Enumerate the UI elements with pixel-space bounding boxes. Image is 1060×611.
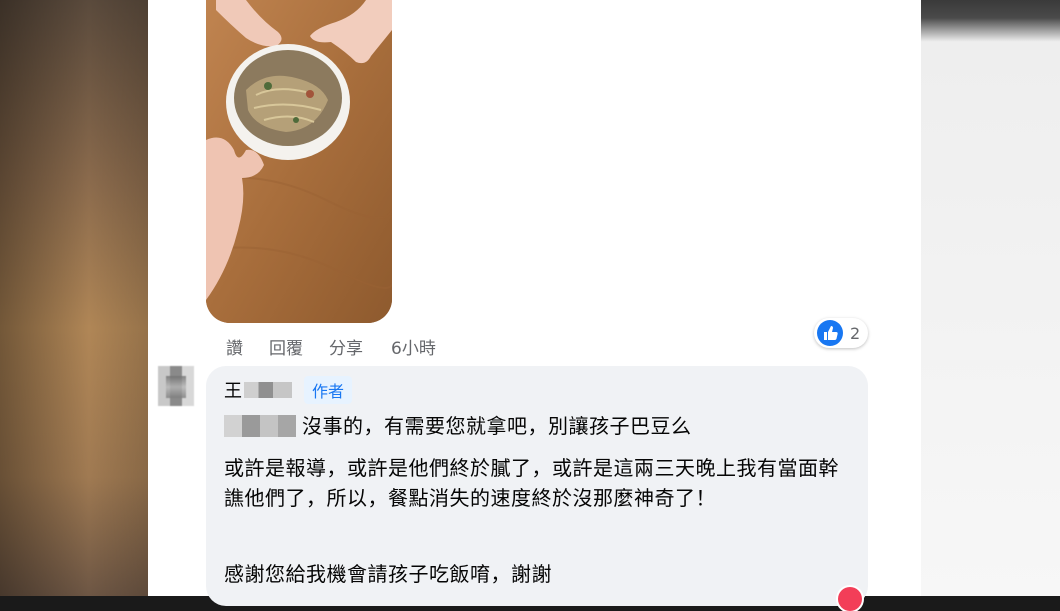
thumbs-up-icon (817, 320, 843, 346)
redacted-name (244, 382, 292, 398)
reply-text-1: 沒事的，有需要您就拿吧，別讓孩子巴豆么 (302, 414, 692, 438)
like-link[interactable]: 讚 (226, 334, 243, 359)
reaction-badge[interactable]: 2 (814, 318, 869, 348)
comment-actions: 讚 回覆 分享 6小時 (226, 334, 462, 359)
author-badge: 作者 (304, 376, 353, 404)
blurred-background-left (0, 0, 148, 596)
reply-link[interactable]: 回覆 (269, 334, 303, 359)
avatar[interactable] (158, 366, 194, 406)
comment-panel: 讚 回覆 分享 6小時 2 王 作者 沒事的，有需要您就拿吧，別讓孩子巴豆么 或… (148, 0, 921, 611)
timestamp[interactable]: 6小時 (391, 334, 436, 359)
blurred-background-right (921, 0, 1060, 596)
heart-reaction-icon (838, 587, 862, 611)
reaction-count: 2 (850, 323, 861, 343)
redacted-mention[interactable] (224, 415, 296, 437)
reply-text-2: 或許是報導，或許是他們終於膩了，或許是這兩三天晚上我有當面幹譙他們了，所以，餐點… (224, 456, 839, 510)
noodles-bowl-photo[interactable] (206, 0, 392, 323)
author-name[interactable]: 王 (224, 377, 242, 403)
reply-bubble: 王 作者 沒事的，有需要您就拿吧，別讓孩子巴豆么 或許是報導，或許是他們終於膩了… (206, 366, 868, 606)
reply-author-row: 王 作者 (224, 376, 353, 404)
reply-line-1: 沒事的，有需要您就拿吧，別讓孩子巴豆么 (224, 410, 692, 439)
share-link[interactable]: 分享 (329, 334, 363, 359)
photo-illustration (206, 0, 392, 323)
reply-text-3: 感謝您給我機會請孩子吃飯唷，謝謝 (224, 562, 552, 586)
